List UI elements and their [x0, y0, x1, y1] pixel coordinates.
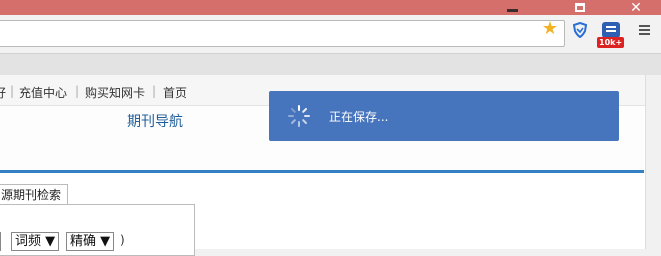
address-bar[interactable] — [0, 20, 565, 47]
maximize-icon — [575, 3, 585, 12]
nav-link-partial[interactable]: 好 — [0, 84, 6, 101]
nav-divider: | — [75, 84, 80, 98]
close-icon: ✕ — [630, 0, 642, 16]
tab-source-journal-search[interactable]: 源期刊检索 — [0, 184, 69, 205]
window-titlebar — [0, 0, 661, 15]
loading-spinner-icon — [288, 105, 310, 127]
select-frequency[interactable]: 词频 ▼ — [11, 232, 60, 251]
extension-icon[interactable] — [602, 22, 620, 38]
maximize-button[interactable] — [565, 0, 595, 15]
minimize-icon — [506, 9, 518, 12]
minimize-button[interactable] — [497, 0, 527, 15]
menu-icon[interactable] — [639, 25, 650, 35]
select-partial[interactable] — [0, 232, 1, 251]
toast-message: 正在保存... — [329, 110, 389, 124]
select-frequency-label: 词频 — [15, 234, 42, 249]
close-button[interactable]: ✕ — [611, 0, 661, 16]
select-match[interactable]: 精确 ▼ — [66, 232, 115, 251]
nav-divider: | — [152, 84, 157, 98]
shield-icon[interactable] — [573, 22, 587, 38]
journal-nav-title[interactable]: 期刊导航 — [127, 111, 183, 131]
select-match-label: 精确 — [70, 234, 97, 249]
nav-link-home[interactable]: 首页 — [163, 84, 187, 101]
extension-badge: 10k+ — [597, 37, 625, 48]
browser-toolbar — [0, 15, 661, 54]
nav-link-recharge[interactable]: 充值中心 — [19, 84, 67, 101]
dropdown-arrow-icon: ▼ — [45, 234, 56, 249]
bookmarks-strip — [0, 54, 661, 75]
dropdown-arrow-icon: ▼ — [100, 234, 111, 249]
closing-paren: ) — [120, 233, 125, 247]
scrollbar[interactable] — [645, 75, 661, 249]
nav-divider: | — [10, 84, 15, 98]
saving-toast: 正在保存... — [269, 91, 619, 141]
star-icon[interactable]: ★ — [540, 19, 560, 39]
nav-link-buy-card[interactable]: 购买知网卡 — [85, 84, 145, 101]
